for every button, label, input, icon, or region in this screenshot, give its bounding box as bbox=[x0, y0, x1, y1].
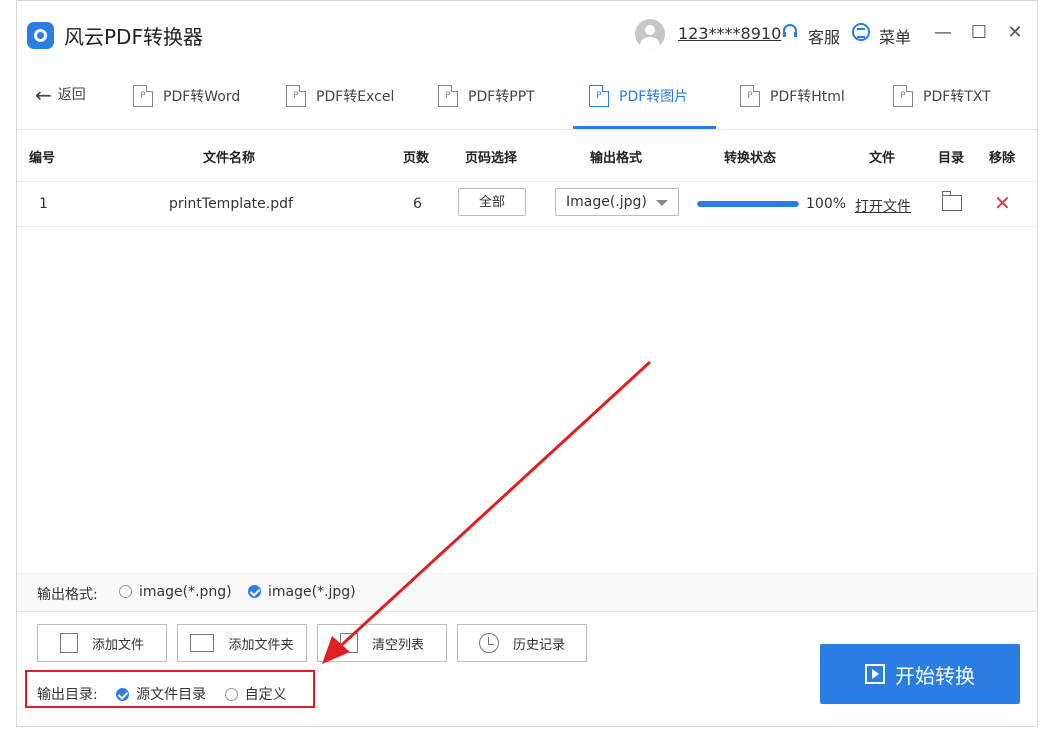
clock-icon bbox=[478, 633, 499, 653]
header-page-select: 页码选择 bbox=[465, 151, 518, 166]
page-select-button[interactable]: 全部 bbox=[458, 188, 526, 216]
header-remove: 移除 bbox=[989, 151, 1016, 166]
tab-label: PDF转Excel bbox=[316, 89, 395, 105]
radio-label: image(*.jpg) bbox=[268, 584, 356, 600]
pdf-doc-icon: P bbox=[589, 85, 609, 107]
maximize-button[interactable]: ☐ bbox=[965, 19, 993, 47]
progress-text: 100% bbox=[806, 196, 847, 212]
tab-label: PDF转TXT bbox=[923, 89, 991, 105]
progress-fill bbox=[697, 201, 799, 207]
menu-button[interactable]: 菜单 bbox=[879, 24, 911, 48]
chevron-down-icon bbox=[656, 200, 668, 206]
app-title: 风云PDF转换器 bbox=[64, 25, 203, 49]
radio-checked-icon bbox=[248, 585, 261, 598]
back-label: 返回 bbox=[57, 87, 86, 103]
history-button[interactable]: 历史记录 bbox=[457, 624, 587, 662]
output-format-label: 输出格式: bbox=[37, 587, 98, 603]
arrow-left-icon: ← bbox=[35, 83, 52, 107]
tab-label: PDF转Html bbox=[770, 89, 845, 105]
minimize-button[interactable]: — bbox=[929, 19, 957, 47]
customer-service-button[interactable]: 客服 bbox=[808, 24, 840, 48]
radio-png[interactable]: image(*.png) bbox=[119, 584, 232, 600]
start-convert-button[interactable]: 开始转换 bbox=[820, 644, 1020, 704]
headset-icon[interactable] bbox=[781, 23, 799, 41]
bottom-panel: 添加文件 添加文件夹 清空列表 历史记录 输出目录: 源文件目录 自定义 开始转… bbox=[17, 611, 1037, 729]
pdf-doc-icon: P bbox=[893, 85, 913, 107]
row-index: 1 bbox=[39, 196, 48, 212]
back-button[interactable]: ← 返回 bbox=[35, 83, 86, 107]
radio-label: image(*.png) bbox=[139, 584, 232, 600]
tab-pdf-to-word[interactable]: P PDF转Word bbox=[133, 81, 240, 111]
table-row: 1 printTemplate.pdf 6 全部 Image(.jpg) 100… bbox=[17, 182, 1037, 227]
table-header: 编号 文件名称 页数 页码选择 输出格式 转换状态 文件 目录 移除 bbox=[17, 129, 1037, 182]
tab-label: PDF转Word bbox=[163, 89, 241, 105]
output-format-select[interactable]: Image(.jpg) bbox=[555, 188, 679, 216]
folder-icon[interactable] bbox=[942, 191, 962, 211]
row-filename: printTemplate.pdf bbox=[169, 196, 293, 212]
tab-pdf-to-ppt[interactable]: P PDF转PPT bbox=[438, 81, 535, 111]
header-index: 编号 bbox=[29, 151, 56, 166]
button-label: 历史记录 bbox=[512, 637, 565, 653]
tab-label: PDF转图片 bbox=[619, 89, 689, 105]
menu-icon[interactable] bbox=[852, 23, 870, 41]
user-account-link[interactable]: 123****8910 bbox=[678, 24, 781, 43]
button-label: 开始转换 bbox=[895, 663, 975, 688]
remove-icon[interactable]: ✕ bbox=[994, 191, 1011, 215]
tab-pdf-to-html[interactable]: P PDF转Html bbox=[740, 81, 845, 111]
select-value: Image(.jpg) bbox=[566, 194, 647, 210]
app-window: 风云PDF转换器 123****8910 客服 菜单 — ☐ ✕ ← 返回 P PD… bbox=[16, 0, 1038, 727]
tab-label: PDF转PPT bbox=[468, 89, 535, 105]
header-filename: 文件名称 bbox=[203, 151, 256, 166]
output-format-row: 输出格式: image(*.png) image(*.jpg) bbox=[17, 573, 1037, 612]
avatar[interactable] bbox=[635, 19, 665, 49]
radio-circle-icon bbox=[119, 585, 132, 598]
conversion-tabs: ← 返回 P PDF转Word P PDF转Excel P PDF转PPT P PDF转图… bbox=[17, 63, 1037, 130]
app-logo-icon bbox=[27, 22, 54, 49]
tab-pdf-to-excel[interactable]: P PDF转Excel bbox=[286, 81, 394, 111]
add-folder-icon bbox=[190, 634, 215, 652]
progress-bar bbox=[697, 201, 799, 207]
add-file-icon bbox=[59, 633, 78, 653]
header-pages: 页数 bbox=[403, 151, 430, 166]
tab-pdf-to-txt[interactable]: P PDF转TXT bbox=[893, 81, 991, 111]
close-button[interactable]: ✕ bbox=[1001, 19, 1029, 47]
radio-jpg[interactable]: image(*.jpg) bbox=[248, 584, 356, 600]
title-bar: 风云PDF转换器 123****8910 客服 菜单 — ☐ ✕ bbox=[17, 1, 1037, 63]
annotation-highlight-box bbox=[25, 670, 315, 708]
trash-icon bbox=[339, 633, 358, 653]
row-pages: 6 bbox=[413, 196, 422, 212]
pdf-doc-icon: P bbox=[438, 85, 458, 107]
button-label: 清空列表 bbox=[371, 637, 424, 653]
play-icon bbox=[865, 664, 885, 684]
header-file: 文件 bbox=[869, 151, 896, 166]
header-status: 转换状态 bbox=[724, 151, 777, 166]
header-dir: 目录 bbox=[938, 151, 965, 166]
button-label: 添加文件夹 bbox=[228, 637, 294, 653]
open-file-link[interactable]: 打开文件 bbox=[855, 196, 911, 216]
pdf-doc-icon: P bbox=[286, 85, 306, 107]
add-file-button[interactable]: 添加文件 bbox=[37, 624, 167, 662]
pdf-doc-icon: P bbox=[740, 85, 760, 107]
button-label: 添加文件 bbox=[91, 637, 144, 653]
add-folder-button[interactable]: 添加文件夹 bbox=[177, 624, 307, 662]
tab-pdf-to-image[interactable]: P PDF转图片 bbox=[589, 81, 688, 111]
header-output-format: 输出格式 bbox=[590, 151, 643, 166]
clear-list-button[interactable]: 清空列表 bbox=[317, 624, 447, 662]
background-window-edge bbox=[1038, 0, 1057, 740]
pdf-doc-icon: P bbox=[133, 85, 153, 107]
